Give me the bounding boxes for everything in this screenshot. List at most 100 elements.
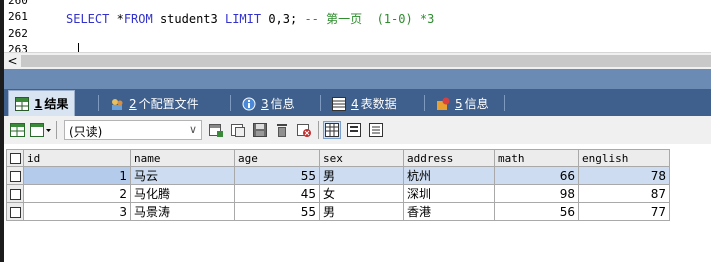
column-header-english[interactable]: english [578, 149, 670, 167]
column-header-id[interactable]: id [23, 149, 131, 167]
cell-name[interactable]: 马化腾 [130, 184, 235, 203]
select-all-checkbox[interactable] [6, 149, 24, 167]
line-number: 262 [8, 27, 28, 40]
copy-row-icon[interactable] [230, 122, 246, 138]
result-grid-icon [15, 96, 29, 111]
tab-number: 5 [455, 96, 463, 111]
cell-sex[interactable]: 女 [319, 184, 404, 203]
line-number: 260 [8, 0, 28, 7]
sql-comment: -- 第一页 (1-0) *3 [304, 12, 435, 26]
pane-splitter[interactable] [4, 69, 711, 89]
column-header-address[interactable]: address [403, 149, 495, 167]
save-icon[interactable] [252, 122, 268, 138]
cell-english[interactable]: 87 [578, 184, 670, 203]
horizontal-scrollbar[interactable]: < [4, 52, 711, 69]
checkbox[interactable] [9, 188, 21, 200]
tab-divider [504, 95, 505, 111]
tab-profiles[interactable]: 2 个配置文件 [104, 91, 205, 116]
line-number: 261 [8, 10, 28, 23]
table-header-row: id name age sex address math english [6, 149, 670, 167]
grid-view-icon[interactable] [323, 121, 341, 139]
column-header-math[interactable]: math [494, 149, 579, 167]
cell-math[interactable]: 66 [494, 166, 579, 185]
cancel-icon[interactable] [296, 122, 312, 138]
table-row[interactable]: 2 马化腾 45 女 深圳 98 87 [6, 184, 670, 203]
cell-age[interactable]: 55 [234, 166, 320, 185]
tab-info-5[interactable]: 5 信息 [430, 91, 495, 116]
tab-result[interactable]: 1 结果 [8, 90, 76, 116]
column-header-age[interactable]: age [234, 149, 320, 167]
tab-number: 1 [34, 96, 43, 111]
cell-id[interactable]: 1 [23, 166, 131, 185]
table-row[interactable]: 3 马景涛 55 男 香港 56 77 [6, 202, 670, 221]
tab-number: 4 [351, 96, 359, 111]
cell-age[interactable]: 45 [234, 184, 320, 203]
row-checkbox-cell[interactable] [6, 202, 24, 221]
tab-label: 个配置文件 [138, 97, 199, 111]
column-header-sex[interactable]: sex [319, 149, 404, 167]
tab-info-3[interactable]: 3 信息 [236, 91, 301, 116]
cell-math[interactable]: 98 [494, 184, 579, 203]
chevron-down-icon: ∨ [188, 123, 197, 136]
form-view-icon[interactable] [346, 122, 362, 138]
text-cursor [78, 43, 79, 52]
cell-address[interactable]: 杭州 [403, 166, 495, 185]
checkbox[interactable] [9, 206, 21, 218]
edit-mode-value: (只读) [69, 125, 103, 139]
cell-english[interactable]: 77 [578, 202, 670, 221]
checkbox[interactable] [9, 170, 21, 182]
tab-divider [320, 95, 321, 111]
table-data-icon [332, 96, 346, 111]
add-row-icon[interactable] [208, 122, 224, 138]
row-checkbox-cell[interactable] [6, 166, 24, 185]
cell-name[interactable]: 马云 [130, 166, 235, 185]
sql-keyword: LIMIT [224, 12, 262, 26]
cell-id[interactable]: 2 [23, 184, 131, 203]
line-number: 263 [8, 43, 28, 52]
result-grid: id name age sex address math english 1 马… [4, 144, 711, 262]
tab-label: 信息 [464, 97, 489, 111]
export-dropdown-icon[interactable] [30, 122, 51, 138]
sql-keyword: SELECT [66, 12, 117, 26]
cell-age[interactable]: 55 [234, 202, 320, 221]
delete-icon[interactable] [274, 122, 290, 138]
column-header-name[interactable]: name [130, 149, 235, 167]
cell-name[interactable]: 马景涛 [130, 202, 235, 221]
export-grid-icon[interactable] [10, 122, 26, 138]
cell-address[interactable]: 香港 [403, 202, 495, 221]
info-icon [242, 97, 256, 111]
cell-math[interactable]: 56 [494, 202, 579, 221]
row-checkbox-cell[interactable] [6, 184, 24, 203]
table-row[interactable]: 1 马云 55 男 杭州 66 78 [6, 166, 670, 185]
cell-sex[interactable]: 男 [319, 166, 404, 185]
toolbar-divider [56, 121, 57, 139]
scroll-left-button[interactable]: < [4, 53, 21, 69]
tab-table-data[interactable]: 4 表数据 [326, 91, 403, 116]
result-toolbar: (只读) ∨ [4, 116, 711, 144]
checkbox[interactable] [9, 153, 21, 164]
text-view-icon[interactable] [368, 122, 384, 138]
result-table: id name age sex address math english 1 马… [6, 149, 670, 221]
tab-label: 表数据 [360, 97, 397, 111]
tab-label: 信息 [270, 97, 295, 111]
cell-sex[interactable]: 男 [319, 202, 404, 221]
sql-limit-args: 0,3; [261, 12, 305, 26]
cell-address[interactable]: 深圳 [403, 184, 495, 203]
scrollbar-thumb[interactable] [21, 55, 711, 67]
sql-code-line[interactable]: SELECT *FROM student3 LIMIT 0,3; -- 第一页 … [66, 10, 434, 27]
sql-star: * [116, 12, 124, 26]
sql-table-name: student3 [152, 12, 225, 26]
profile-icon [110, 97, 124, 111]
tab-divider [424, 95, 425, 111]
tab-number: 3 [261, 96, 269, 111]
sql-editor[interactable]: 260 261 262 263 SELECT *FROM student3 LI… [4, 0, 711, 52]
edit-mode-select[interactable]: (只读) ∨ [64, 120, 202, 140]
cell-english[interactable]: 78 [578, 166, 670, 185]
cell-id[interactable]: 3 [23, 202, 131, 221]
line-number-gutter: 260 261 262 263 [4, 0, 46, 52]
info-icon [436, 97, 450, 111]
tab-label: 结果 [44, 97, 69, 111]
tab-number: 2 [129, 96, 137, 111]
toolbar-divider [318, 121, 319, 139]
sql-keyword: FROM [123, 12, 153, 26]
